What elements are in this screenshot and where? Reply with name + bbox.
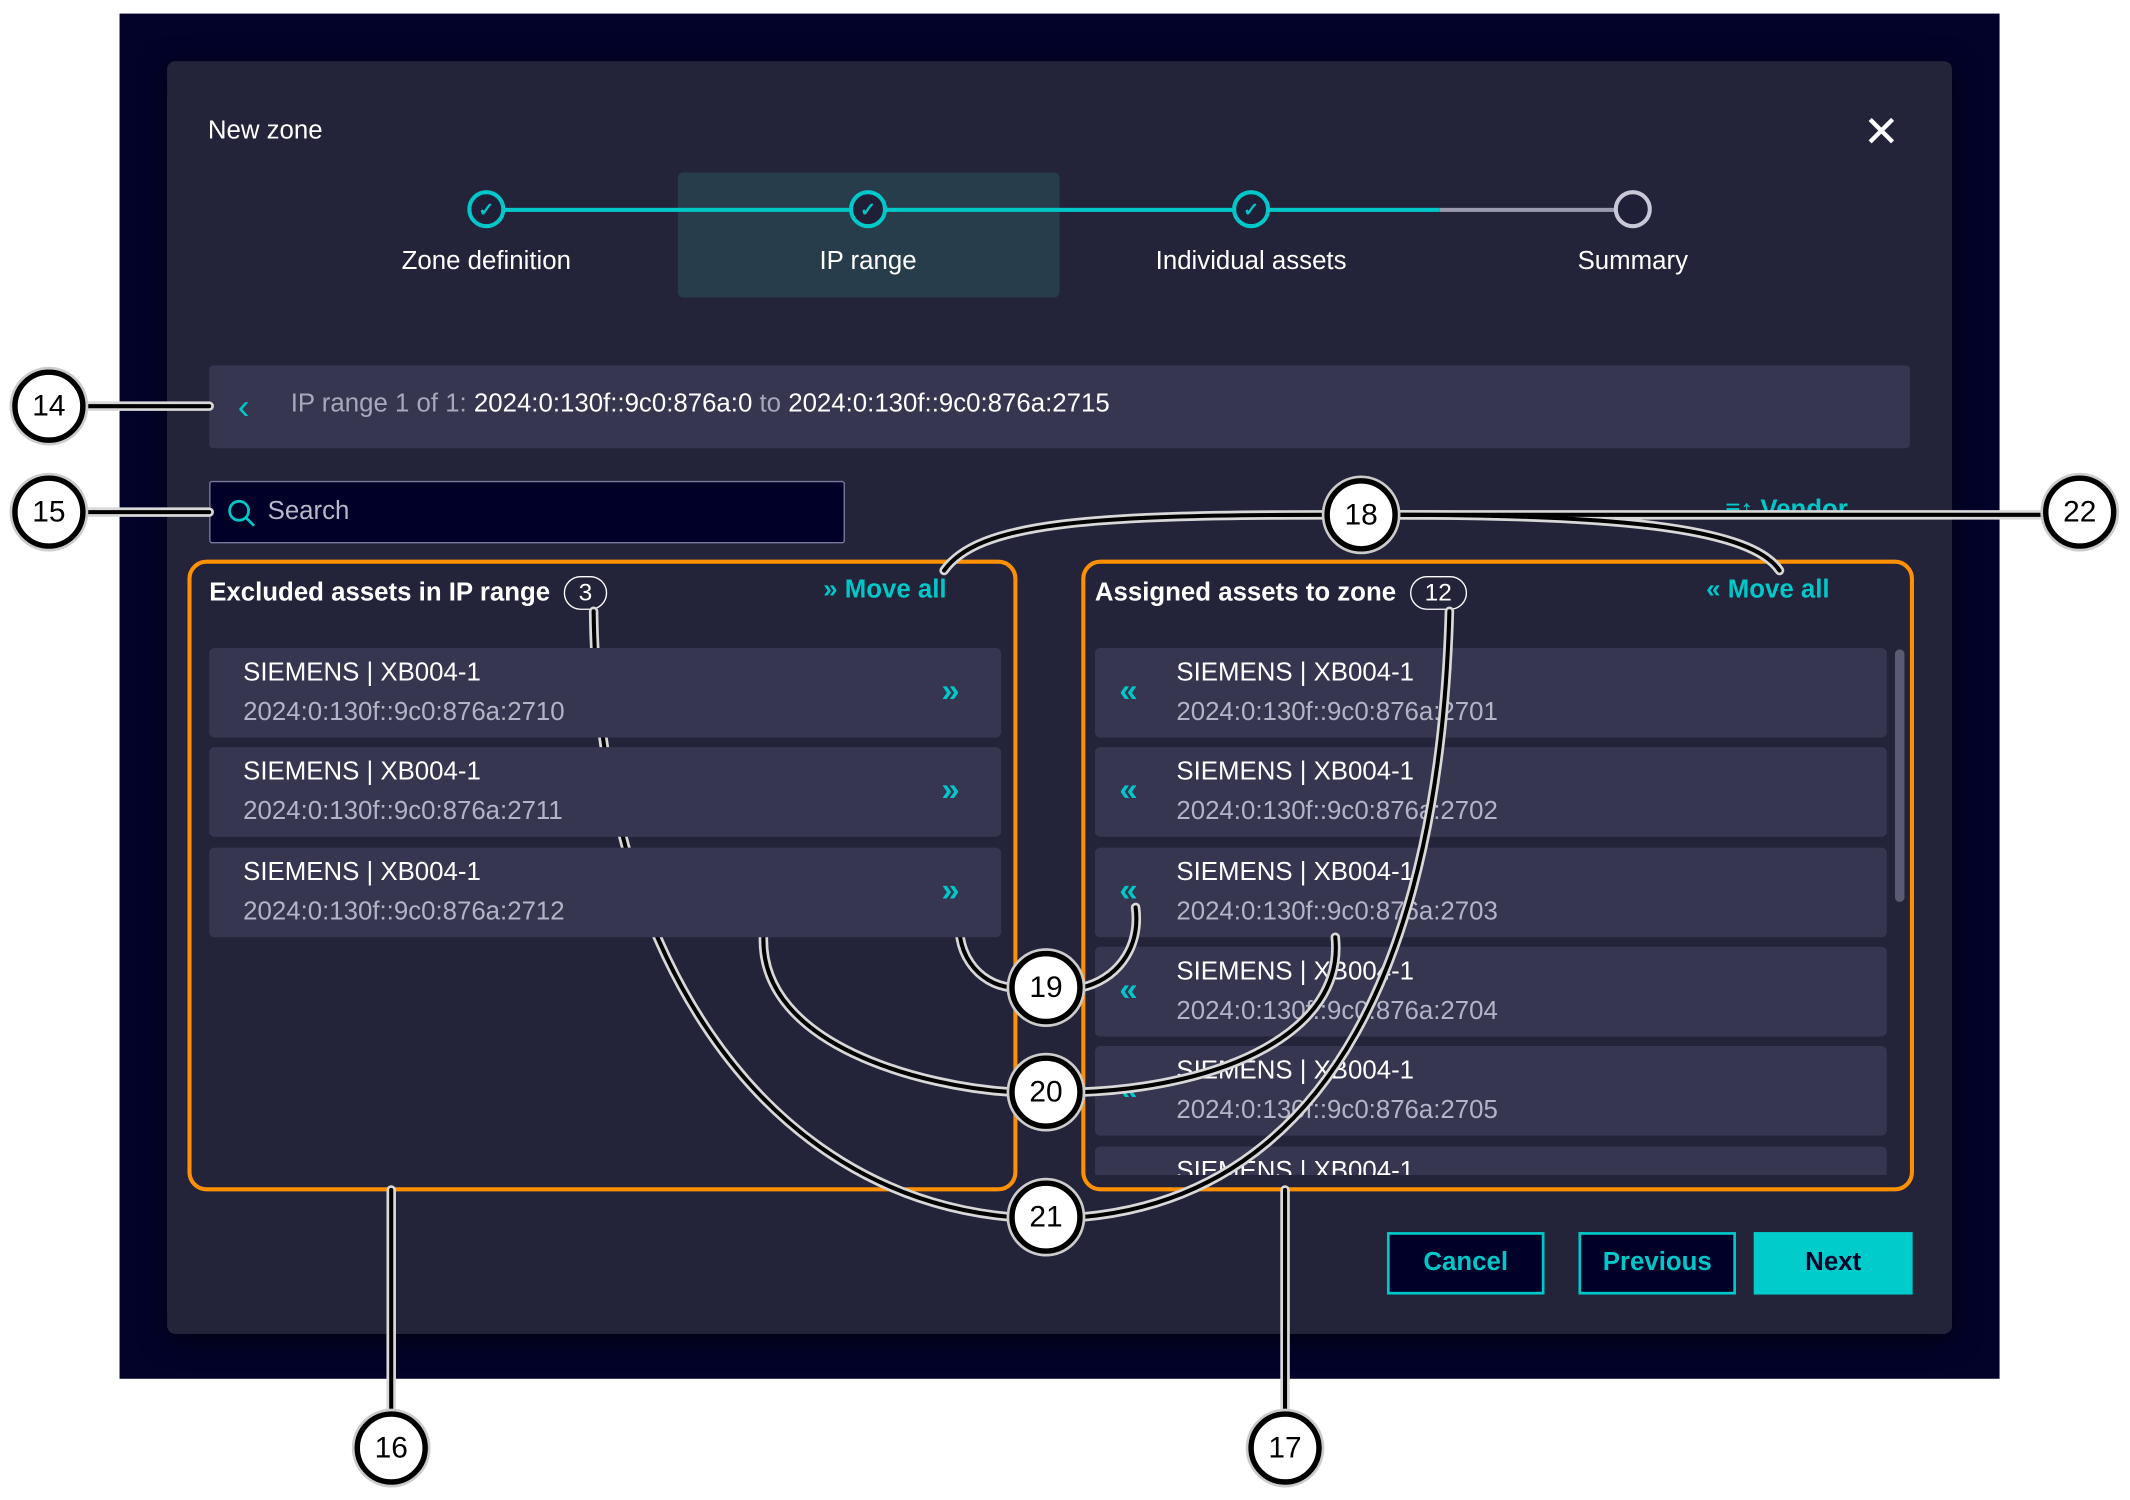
previous-button[interactable]: Previous <box>1578 1232 1737 1295</box>
asset-list-item[interactable]: SIEMENS | XB004-12024:0:130f::9c0:876a:2… <box>1094 1046 1887 1136</box>
step-summary[interactable]: Summary <box>1470 247 1796 277</box>
callout-14: 14 <box>12 369 86 443</box>
dialog-title: New zone <box>207 116 323 146</box>
double-chevron-right-icon: » <box>823 575 838 605</box>
asset-ip: 2024:0:130f::9c0:876a:2702 <box>1176 797 1498 827</box>
callout-21: 21 <box>1009 1180 1083 1254</box>
asset-ip: 2024:0:130f::9c0:876a:2704 <box>1176 996 1498 1026</box>
sort-ascending-icon: ≡↑ <box>1725 495 1754 525</box>
asset-list-item[interactable]: SIEMENS | XB004-1 « <box>1094 1145 1887 1176</box>
step-individual-assets[interactable]: Individual assets <box>1088 247 1414 277</box>
assigned-title-text: Assigned assets to zone <box>1094 578 1397 608</box>
asset-ip: 2024:0:130f::9c0:876a:2710 <box>243 698 565 727</box>
asset-list-item[interactable]: SIEMENS | XB004-12024:0:130f::9c0:876a:2… <box>1094 747 1887 838</box>
double-chevron-left-icon: « <box>1706 575 1721 605</box>
ip-range-text: IP range 1 of 1: 2024:0:130f::9c0:876a:0… <box>291 390 1110 420</box>
move-to-zone-icon[interactable]: » <box>941 772 959 810</box>
stepper-progress-line <box>486 207 1440 212</box>
asset-name: SIEMENS | XB004-1 <box>1176 1057 1415 1086</box>
ip-range-prefix: IP range 1 of 1: <box>290 389 467 419</box>
asset-list-item[interactable]: SIEMENS | XB004-12024:0:130f::9c0:876a:2… <box>1094 647 1887 738</box>
assigned-list-scrollbar[interactable] <box>1894 649 1905 902</box>
ip-range-to: 2024:0:130f::9c0:876a:2715 <box>788 389 1110 419</box>
callout-17: 17 <box>1248 1411 1322 1485</box>
callout-18: 18 <box>1324 478 1398 552</box>
step-done-check-icon: ✓ <box>1232 190 1271 229</box>
asset-name: SIEMENS | XB004-1 <box>1176 658 1415 688</box>
move-to-excluded-icon[interactable]: « <box>1119 872 1137 910</box>
search-icon <box>228 499 255 527</box>
callout-19: 19 <box>1009 950 1083 1025</box>
move-all-label: Move all <box>1727 575 1830 605</box>
move-to-excluded-icon[interactable]: « <box>1119 672 1137 710</box>
close-icon[interactable]: ✕ <box>1861 109 1902 155</box>
chevron-left-icon[interactable]: ‹ <box>238 386 250 428</box>
callout-22: 22 <box>2043 475 2117 549</box>
asset-ip: 2024:0:130f::9c0:876a:2701 <box>1176 698 1498 727</box>
asset-name: SIEMENS | XB004-1 <box>243 658 481 688</box>
asset-name: SIEMENS | XB004-1 <box>243 857 481 887</box>
step-ip-range[interactable]: IP range <box>705 247 1031 277</box>
asset-list-item[interactable]: SIEMENS | XB004-12024:0:130f::9c0:876a:2… <box>209 647 1002 738</box>
search-field[interactable] <box>209 480 845 544</box>
move-all-to-zone-button[interactable]: » Move all <box>823 576 946 606</box>
move-to-zone-icon[interactable]: » <box>941 672 959 710</box>
sort-by-vendor-button[interactable]: ≡↑ Vendor <box>1725 496 1848 526</box>
step-pending-icon <box>1613 190 1652 229</box>
cancel-button[interactable]: Cancel <box>1386 1232 1545 1295</box>
move-all-to-excluded-button[interactable]: « Move all <box>1706 576 1829 606</box>
asset-list-item[interactable]: SIEMENS | XB004-12024:0:130f::9c0:876a:2… <box>209 747 1002 838</box>
callout-20: 20 <box>1009 1055 1083 1129</box>
asset-list-item[interactable]: SIEMENS | XB004-12024:0:130f::9c0:876a:2… <box>209 847 1002 937</box>
ip-range-to-word: to <box>759 389 782 419</box>
move-all-label: Move all <box>844 575 947 605</box>
move-to-excluded-icon[interactable]: « <box>1119 971 1137 1009</box>
sort-label: Vendor <box>1760 495 1848 525</box>
asset-ip: 2024:0:130f::9c0:876a:2705 <box>1176 1096 1498 1126</box>
assigned-list: SIEMENS | XB004-12024:0:130f::9c0:876a:2… <box>1094 647 1888 1176</box>
next-button[interactable]: Next <box>1753 1232 1913 1295</box>
search-input[interactable] <box>267 497 811 528</box>
assigned-assets-title: Assigned assets to zone 12 <box>1094 575 1467 610</box>
asset-ip: 2024:0:130f::9c0:876a:2712 <box>243 897 565 926</box>
excluded-count-badge: 3 <box>563 575 608 610</box>
asset-ip: 2024:0:130f::9c0:876a:2703 <box>1176 897 1498 926</box>
callout-15: 15 <box>12 475 86 549</box>
asset-list-item[interactable]: SIEMENS | XB004-12024:0:130f::9c0:876a:2… <box>1094 946 1887 1037</box>
asset-name: SIEMENS | XB004-1 <box>1176 758 1415 787</box>
callout-16: 16 <box>354 1411 428 1485</box>
move-to-excluded-icon[interactable]: « <box>1119 1071 1137 1109</box>
asset-name: SIEMENS | XB004-1 <box>1176 857 1415 887</box>
ip-range-from: 2024:0:130f::9c0:876a:0 <box>473 389 753 419</box>
asset-name: SIEMENS | XB004-1 <box>1176 957 1415 987</box>
move-to-excluded-icon[interactable]: « <box>1119 1170 1137 1175</box>
excluded-title-text: Excluded assets in IP range <box>209 578 551 608</box>
assigned-count-badge: 12 <box>1409 575 1467 610</box>
move-to-zone-icon[interactable]: » <box>941 872 959 910</box>
asset-list-item[interactable]: SIEMENS | XB004-12024:0:130f::9c0:876a:2… <box>1094 847 1887 937</box>
step-done-check-icon: ✓ <box>849 190 888 229</box>
move-to-excluded-icon[interactable]: « <box>1119 772 1137 810</box>
excluded-assets-title: Excluded assets in IP range 3 <box>209 575 608 610</box>
asset-ip: 2024:0:130f::9c0:876a:2711 <box>243 797 563 827</box>
step-zone-definition[interactable]: Zone definition <box>323 247 649 277</box>
stepper-remaining-line <box>1439 207 1633 212</box>
asset-name: SIEMENS | XB004-1 <box>1176 1156 1415 1176</box>
asset-name: SIEMENS | XB004-1 <box>243 758 481 787</box>
step-done-check-icon: ✓ <box>467 190 506 229</box>
